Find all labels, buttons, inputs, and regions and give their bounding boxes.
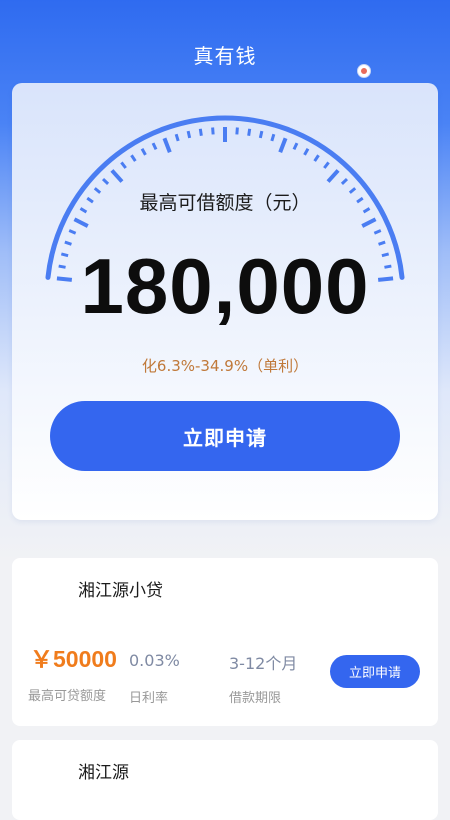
product-max-amount: ￥50000 bbox=[30, 646, 117, 672]
gauge-tick bbox=[313, 154, 320, 162]
credit-limit-card: 最高可借额度（元） 180,000 化6.3%-34.9%（单利） 立即申请 bbox=[12, 83, 438, 520]
gauge-tick bbox=[247, 128, 252, 136]
gauge-tick bbox=[101, 177, 110, 185]
gauge-tick bbox=[278, 137, 288, 153]
gauge-tick bbox=[198, 128, 203, 136]
gauge-tick bbox=[68, 229, 77, 235]
gauge-tick bbox=[340, 177, 349, 185]
gauge-tick bbox=[73, 217, 89, 228]
coin-badge-icon[interactable] bbox=[357, 64, 371, 78]
product-name: 湘江源 bbox=[78, 763, 129, 783]
gauge-tick bbox=[373, 229, 382, 235]
gauge-tick bbox=[270, 133, 276, 142]
gauge-tick bbox=[162, 137, 172, 153]
max-limit-amount: 180,000 bbox=[80, 242, 370, 330]
product-name: 湘江源小贷 bbox=[78, 581, 163, 601]
gauge-tick bbox=[303, 148, 310, 156]
gauge-tick bbox=[292, 142, 299, 151]
gauge-tick bbox=[235, 127, 239, 135]
product-daily-rate-label: 日利率 bbox=[129, 691, 169, 706]
page-title: 真有钱 bbox=[193, 44, 257, 68]
product-max-amount-label: 最高可贷额度 bbox=[28, 689, 107, 704]
product-daily-rate: 0.03% bbox=[129, 651, 180, 670]
max-limit-label: 最高可借额度（元） bbox=[139, 192, 311, 214]
gauge-tick bbox=[211, 127, 215, 135]
product-card[interactable]: 湘江源 bbox=[12, 740, 438, 820]
gauge-tick bbox=[130, 154, 137, 162]
gauge-tick bbox=[140, 148, 147, 156]
gauge-tick bbox=[361, 217, 377, 228]
product-loan-term: 3-12个月 bbox=[229, 654, 298, 673]
product-card[interactable]: 湘江源小贷 ￥50000 最高可贷额度 0.03% 日利率 3-12个月 借款期… bbox=[12, 558, 438, 726]
apply-now-button[interactable]: 立即申请 bbox=[50, 401, 400, 471]
gauge-tick bbox=[186, 130, 192, 139]
product-loan-term-label: 借款期限 bbox=[229, 691, 282, 706]
product-apply-button[interactable]: 立即申请 bbox=[330, 655, 420, 688]
gauge-tick bbox=[174, 133, 180, 142]
gauge-tick bbox=[323, 161, 330, 169]
gauge-tick bbox=[258, 130, 264, 139]
gauge-tick bbox=[326, 169, 340, 183]
interest-rate-note: 化6.3%-34.9%（单利） bbox=[141, 357, 309, 375]
gauge-tick bbox=[120, 161, 127, 169]
gauge-tick bbox=[110, 169, 124, 183]
gauge-tick bbox=[151, 142, 158, 151]
